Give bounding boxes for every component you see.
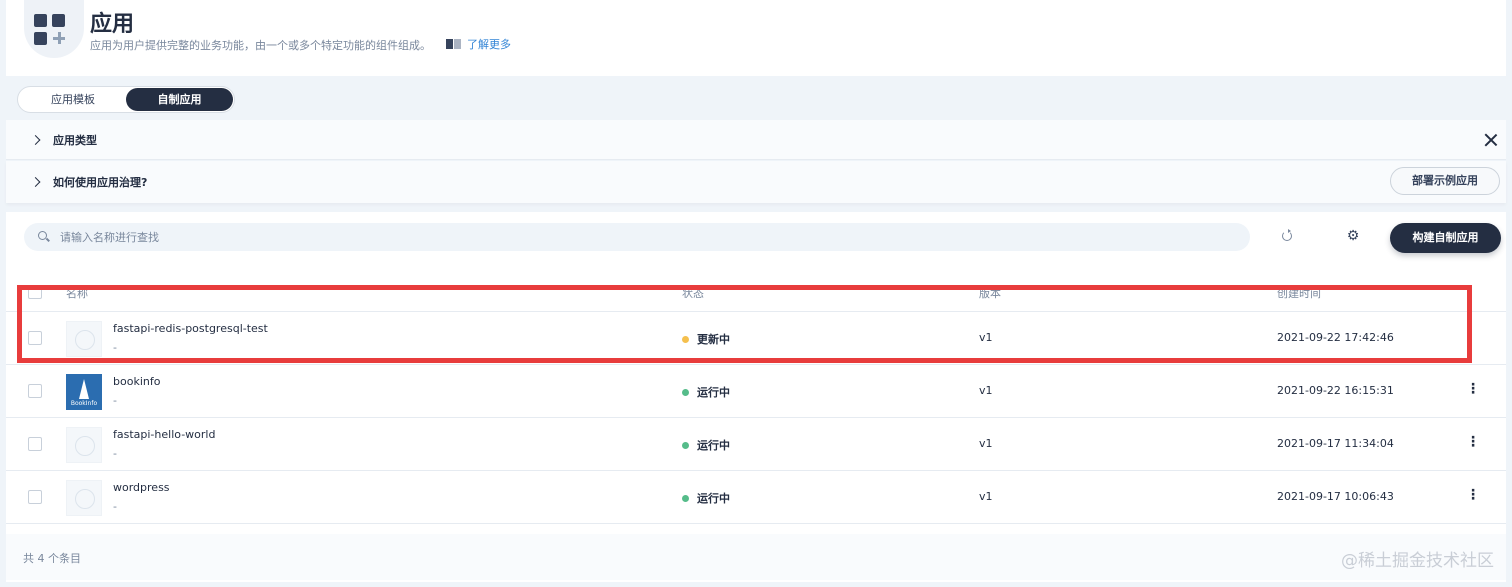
app-description: -	[113, 447, 117, 460]
table-footer: 共 4 个条目	[6, 534, 1506, 580]
version-cell: v1	[979, 384, 993, 397]
app-list-card: ⚙ 构建自制应用 名称 状态 版本 创建时间 fastapi-redis-pos…	[6, 212, 1506, 582]
status-label: 运行中	[697, 492, 730, 505]
bookinfo-icon-label: BookInfo	[70, 400, 98, 407]
how-to-title: 如何使用应用治理?	[53, 176, 148, 189]
table-row[interactable]: fastapi-hello-world - 运行中 v1 2021-09-17 …	[6, 418, 1506, 471]
learn-more-link[interactable]: 了解更多	[446, 36, 511, 52]
app-name-link[interactable]: wordpress	[113, 481, 170, 494]
app-name-link[interactable]: bookinfo	[113, 375, 160, 388]
version-cell: v1	[979, 490, 993, 503]
apps-icon	[24, 0, 84, 58]
status-badge: 运行中	[682, 384, 730, 400]
row-checkbox[interactable]	[28, 490, 42, 504]
app-tabs: 应用模板 自制应用	[17, 86, 235, 113]
chevron-right-icon	[30, 134, 41, 145]
app-name-link[interactable]: fastapi-hello-world	[113, 428, 215, 441]
build-custom-app-button[interactable]: 构建自制应用	[1390, 223, 1501, 253]
page-description: 应用为用户提供完整的业务功能，由一个或多个特定功能的组件组成。	[90, 39, 431, 52]
table-row[interactable]: BookInfo bookinfo - 运行中 v1 2021-09-22 16…	[6, 365, 1506, 418]
more-actions-icon[interactable]: ⋮	[1466, 488, 1480, 504]
app-description: -	[113, 500, 117, 513]
highlight-annotation-box	[17, 285, 1472, 363]
refresh-icon[interactable]	[1282, 229, 1292, 241]
total-count: 共 4 个条目	[23, 552, 81, 565]
page-title: 应用	[90, 12, 135, 37]
status-label: 运行中	[697, 386, 730, 399]
row-checkbox[interactable]	[28, 384, 42, 398]
tab-custom-apps[interactable]: 自制应用	[126, 88, 233, 111]
app-types-panel[interactable]: 应用类型	[6, 120, 1506, 160]
search-input[interactable]	[60, 223, 1240, 251]
table-row[interactable]: wordpress - 运行中 v1 2021-09-17 10:06:43 ⋮	[6, 471, 1506, 524]
page-header: 应用 应用为用户提供完整的业务功能，由一个或多个特定功能的组件组成。 了解更多	[6, 0, 1506, 76]
status-badge: 运行中	[682, 490, 730, 506]
more-actions-icon[interactable]: ⋮	[1466, 382, 1480, 398]
learn-more-label[interactable]: 了解更多	[467, 36, 511, 52]
status-badge: 运行中	[682, 437, 730, 453]
default-app-icon	[66, 480, 102, 516]
created-time-cell: 2021-09-22 16:15:31	[1277, 384, 1394, 397]
app-types-title: 应用类型	[53, 133, 97, 147]
close-icon[interactable]	[1484, 133, 1498, 147]
status-label: 运行中	[697, 439, 730, 452]
status-dot-icon	[682, 441, 689, 449]
row-checkbox[interactable]	[28, 437, 42, 451]
search-box[interactable]	[24, 223, 1250, 251]
created-time-cell: 2021-09-17 11:34:04	[1277, 437, 1394, 450]
version-cell: v1	[979, 437, 993, 450]
how-to-panel[interactable]: 如何使用应用治理? 部署示例应用	[6, 161, 1506, 203]
bookinfo-icon: BookInfo	[66, 374, 102, 410]
book-icon	[446, 39, 461, 49]
default-app-icon	[66, 427, 102, 463]
more-actions-icon[interactable]: ⋮	[1466, 435, 1480, 451]
app-description: -	[113, 394, 117, 407]
watermark: @稀土掘金技术社区	[1341, 551, 1494, 571]
created-time-cell: 2021-09-17 10:06:43	[1277, 490, 1394, 503]
sailboat-icon	[79, 379, 89, 399]
toolbar: ⚙ 构建自制应用	[6, 212, 1506, 264]
status-dot-icon	[682, 388, 689, 396]
search-icon	[38, 231, 47, 240]
status-dot-icon	[682, 494, 689, 502]
chevron-right-icon	[30, 177, 41, 187]
tab-app-templates[interactable]: 应用模板	[20, 88, 126, 111]
gear-icon[interactable]: ⚙	[1346, 229, 1360, 243]
deploy-sample-app-button[interactable]: 部署示例应用	[1390, 167, 1500, 195]
